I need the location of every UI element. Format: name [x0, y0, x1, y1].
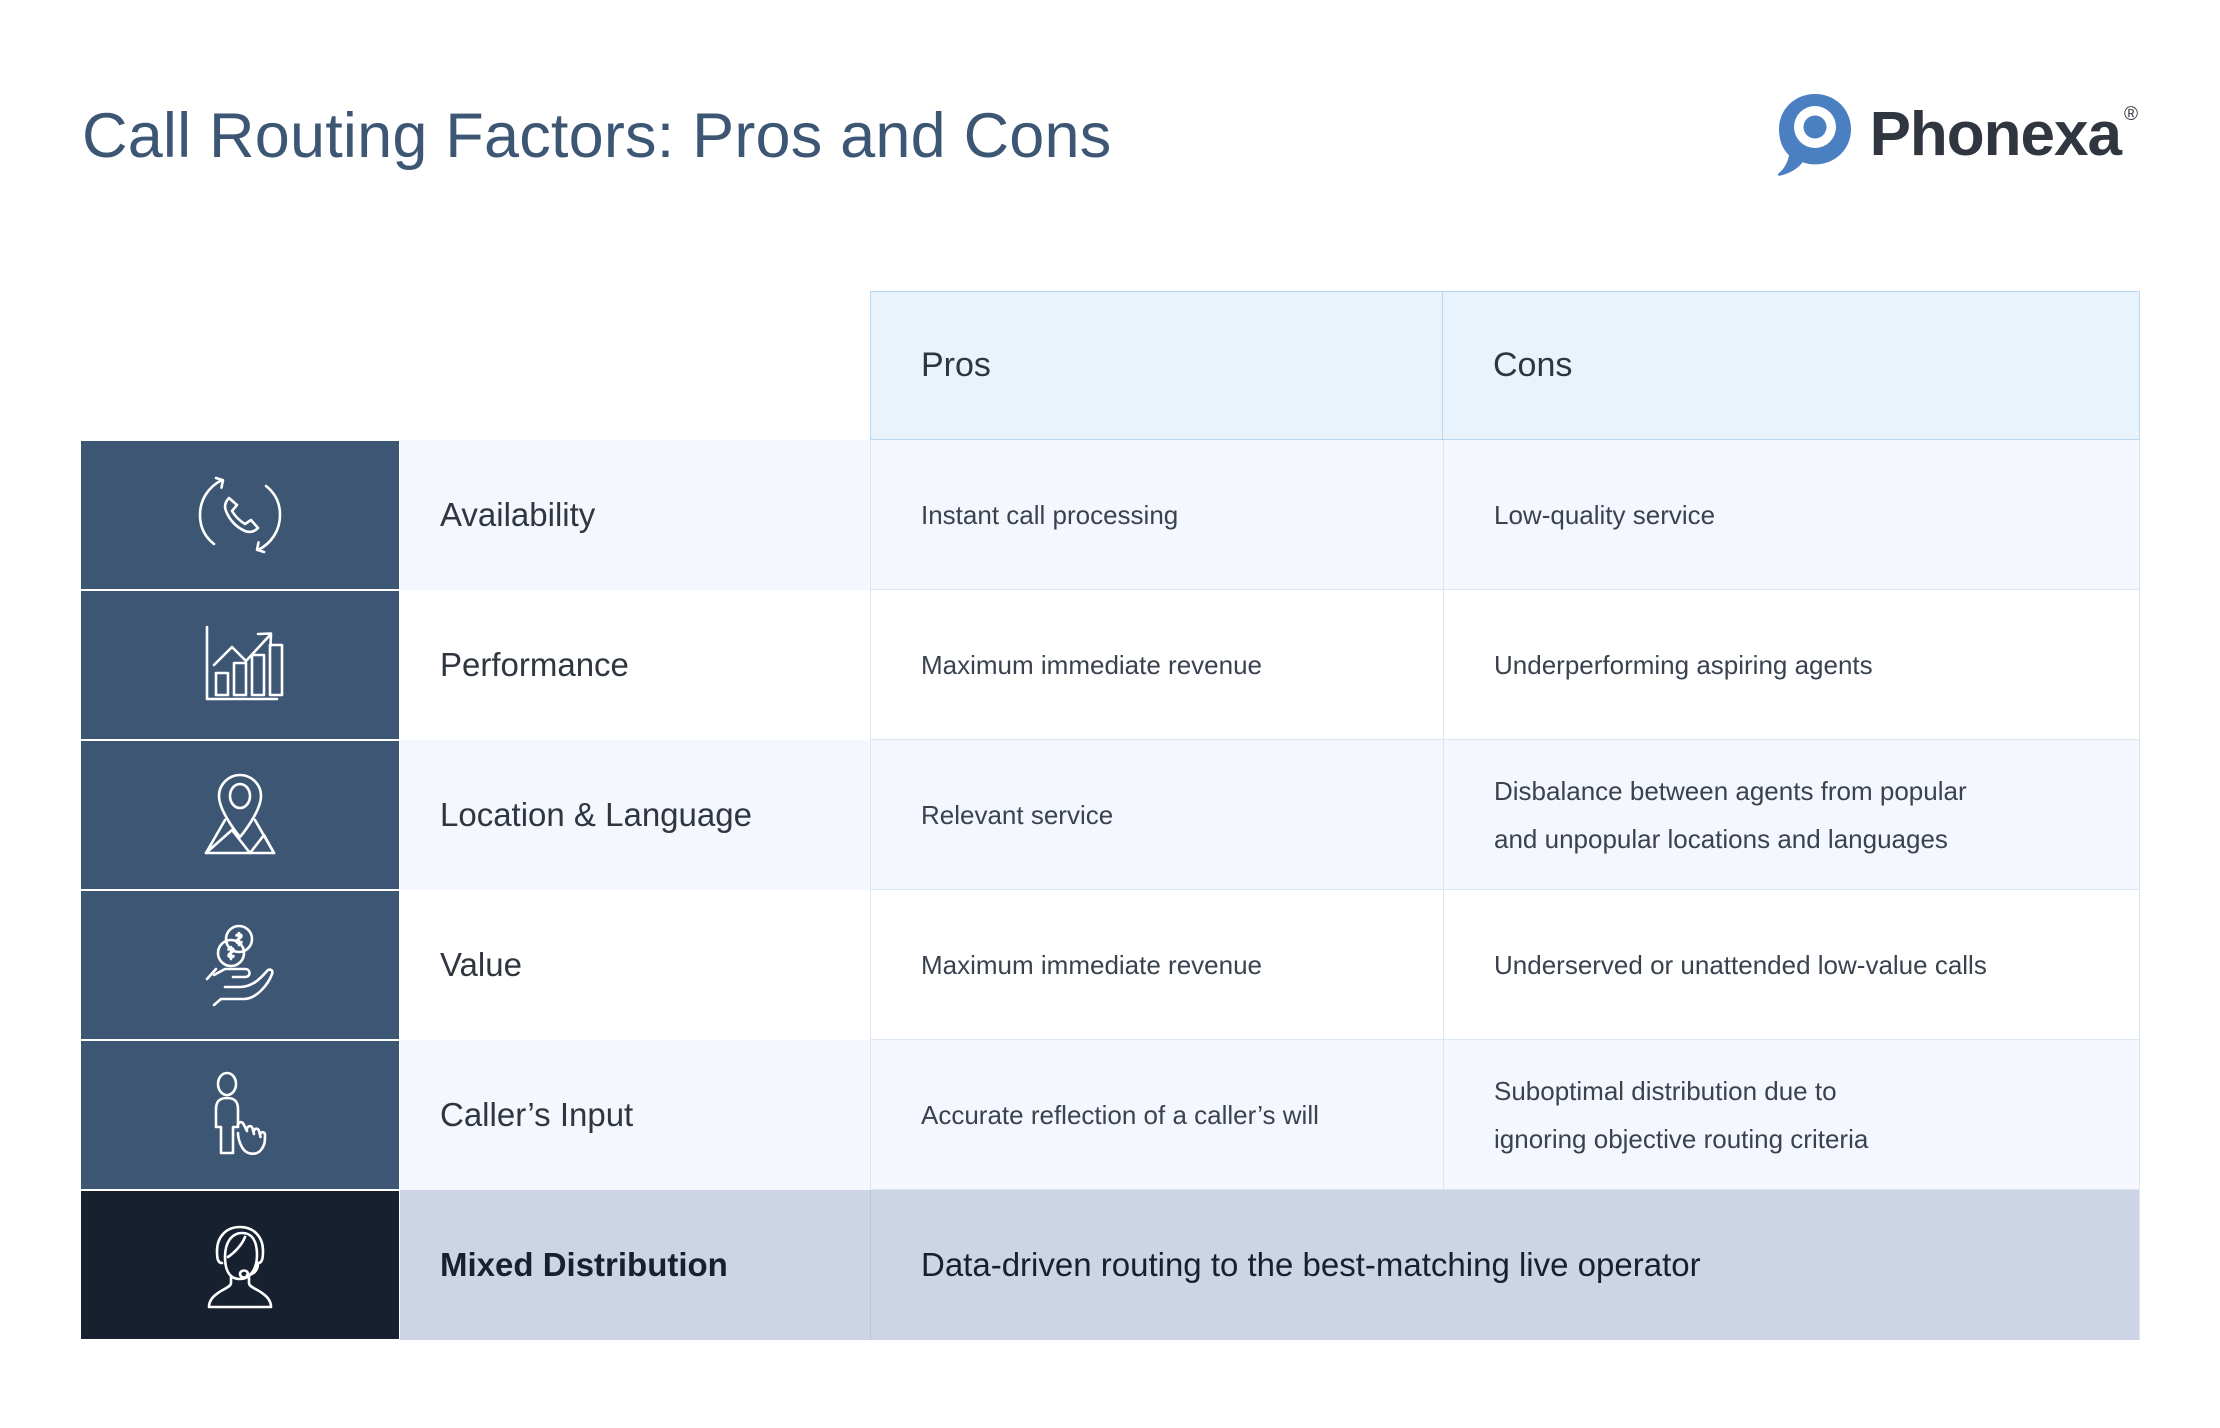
- row-factor-label: Performance: [400, 590, 870, 740]
- row-pros-text: Instant call processing: [870, 440, 1443, 590]
- phonexa-pin-logo-icon: [1777, 94, 1851, 176]
- brand-logo: Phonexa ®: [1776, 92, 2138, 178]
- row-icon-cell: [80, 1040, 400, 1190]
- column-header-cons: Cons: [1443, 291, 2140, 440]
- row-cons-text: Underserved or unattended low-value call…: [1443, 890, 2140, 1040]
- row-cons-text: Disbalance between agents from popular a…: [1443, 740, 2140, 890]
- column-header-pros: Pros: [870, 291, 1443, 440]
- registered-trademark-icon: ®: [2124, 104, 2138, 125]
- row-factor-label: Availability: [400, 440, 870, 590]
- cons-line: Underperforming aspiring agents: [1494, 649, 1873, 680]
- row-factor-label: Caller’s Input: [400, 1040, 870, 1190]
- header-spacer-factor-col: [400, 291, 870, 440]
- row-icon-cell: [80, 890, 400, 1040]
- cons-line: Disbalance between agents from popular: [1494, 775, 1967, 806]
- row-icon-cell: [80, 740, 400, 890]
- bar-chart-growth-arrow-icon: [205, 625, 284, 701]
- cons-line: Low-quality service: [1494, 499, 1716, 530]
- row-factor-label: Mixed Distribution: [400, 1190, 870, 1340]
- table-header-row: Pros Cons: [80, 291, 2140, 440]
- row-pros-text: Maximum immediate revenue: [870, 890, 1443, 1040]
- cons-line: Underserved or unattended low-value call…: [1494, 949, 1987, 980]
- table-row: Performance Maximum immediate revenue Un…: [80, 590, 2140, 740]
- row-factor-label: Value: [400, 890, 870, 1040]
- headset-support-agent-icon: [207, 1225, 273, 1309]
- brand-name: Phonexa: [1869, 100, 2122, 169]
- table-row: Availability Instant call processing Low…: [80, 440, 2140, 590]
- map-pin-location-icon: [204, 773, 276, 855]
- phone-rotating-arrows-icon: [198, 476, 282, 554]
- page-title: Call Routing Factors: Pros and Cons: [82, 101, 1112, 171]
- row-icon-cell: [80, 440, 400, 590]
- page-header: Call Routing Factors: Pros and Cons Phon…: [0, 0, 2220, 290]
- comparison-table: Pros Cons Availability Instant call proc…: [80, 291, 2140, 1340]
- row-cons-text: Low-quality service: [1443, 440, 2140, 590]
- row-factor-label: Location & Language: [400, 740, 870, 890]
- row-icon-cell: [80, 590, 400, 740]
- table-row-highlighted: Mixed Distribution Data-driven routing t…: [80, 1190, 2140, 1340]
- person-pointing-hand-icon: [214, 1071, 267, 1155]
- row-merged-text: Data-driven routing to the best-matching…: [870, 1190, 2140, 1340]
- row-cons-text: Underperforming aspiring agents: [1443, 590, 2140, 740]
- cons-line: ignoring objective routing criteria: [1494, 1123, 1869, 1154]
- row-pros-text: Accurate reflection of a caller’s will: [870, 1040, 1443, 1190]
- cons-line: Suboptimal distribution due to: [1494, 1075, 1837, 1106]
- table-row: Location & Language Relevant service Dis…: [80, 740, 2140, 890]
- header-spacer-icon-col: [80, 291, 400, 440]
- cons-line: and unpopular locations and languages: [1494, 823, 1948, 854]
- row-icon-cell: [80, 1190, 400, 1340]
- table-row: Caller’s Input Accurate reflection of a …: [80, 1040, 2140, 1190]
- row-cons-text: Suboptimal distribution due to ignoring …: [1443, 1040, 2140, 1190]
- hand-holding-money-coins-icon: [205, 924, 274, 1007]
- row-pros-text: Maximum immediate revenue: [870, 590, 1443, 740]
- table-row: Value Maximum immediate revenue Underser…: [80, 890, 2140, 1040]
- row-pros-text: Relevant service: [870, 740, 1443, 890]
